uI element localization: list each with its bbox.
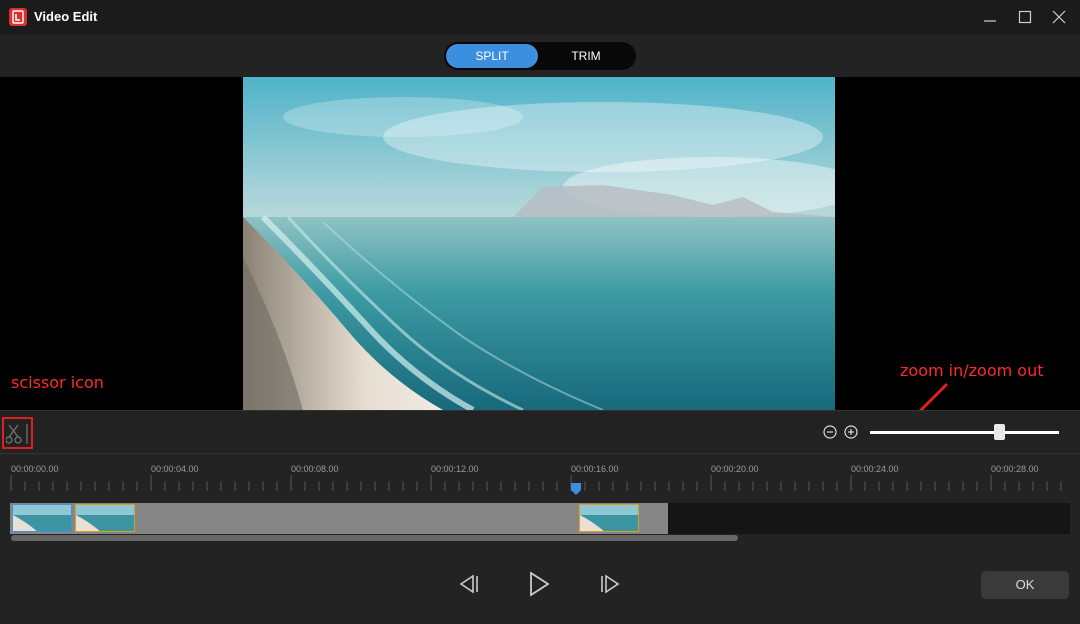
- play-icon: [530, 571, 550, 597]
- close-button[interactable]: [1044, 5, 1074, 29]
- video-preview: [243, 77, 835, 410]
- previous-frame-icon: [459, 574, 478, 594]
- mode-tabs: SPLIT TRIM: [444, 42, 636, 70]
- minimize-button[interactable]: [975, 5, 1005, 29]
- zoom-slider-thumb[interactable]: [993, 424, 1005, 440]
- title-bar: Video Edit: [0, 0, 1080, 34]
- zoom-in-icon: [844, 425, 858, 439]
- scissor-icon: [6, 424, 28, 444]
- clip-strip: [10, 503, 668, 534]
- timeline-track: [10, 503, 1070, 534]
- next-frame-icon: [601, 574, 620, 594]
- zoom-annotation: zoom in/zoom out: [900, 361, 1044, 380]
- clip-thumbnail[interactable]: [75, 504, 135, 532]
- ok-button[interactable]: OK: [981, 571, 1069, 599]
- video-preview-area: scissor icon zoom in/zoom out: [0, 77, 1080, 410]
- minimize-icon: [984, 20, 996, 22]
- clip-thumbnail[interactable]: [12, 504, 72, 532]
- previous-frame-button[interactable]: [453, 570, 481, 598]
- zoom-slider[interactable]: [870, 431, 1059, 434]
- scissor-annotation: scissor icon: [11, 373, 104, 392]
- window-title: Video Edit: [34, 9, 98, 24]
- playhead-marker[interactable]: [570, 482, 582, 496]
- timeline-ruler: 00:00:00.00 00:00:04.00 00:00:08.00 00:0…: [0, 453, 1080, 498]
- video-edit-window: Video Edit SPLIT TRIM scissor icon zoom …: [0, 0, 1080, 624]
- clip-thumbnail[interactable]: [579, 504, 639, 532]
- maximize-icon: [1018, 10, 1032, 24]
- close-icon: [1052, 10, 1066, 24]
- play-button[interactable]: [525, 570, 553, 598]
- tab-split[interactable]: SPLIT: [446, 44, 538, 68]
- zoom-out-icon: [823, 425, 837, 439]
- maximize-button[interactable]: [1010, 5, 1040, 29]
- scissor-button[interactable]: [2, 417, 33, 449]
- next-frame-button[interactable]: [598, 570, 626, 598]
- tab-trim[interactable]: TRIM: [540, 44, 632, 68]
- zoom-out-button[interactable]: [823, 425, 837, 439]
- app-logo-icon: [9, 8, 27, 26]
- ruler-ticks: [10, 475, 1062, 491]
- tool-row: [0, 410, 1080, 454]
- timeline-scrollbar[interactable]: [11, 535, 738, 541]
- zoom-in-button[interactable]: [844, 425, 858, 439]
